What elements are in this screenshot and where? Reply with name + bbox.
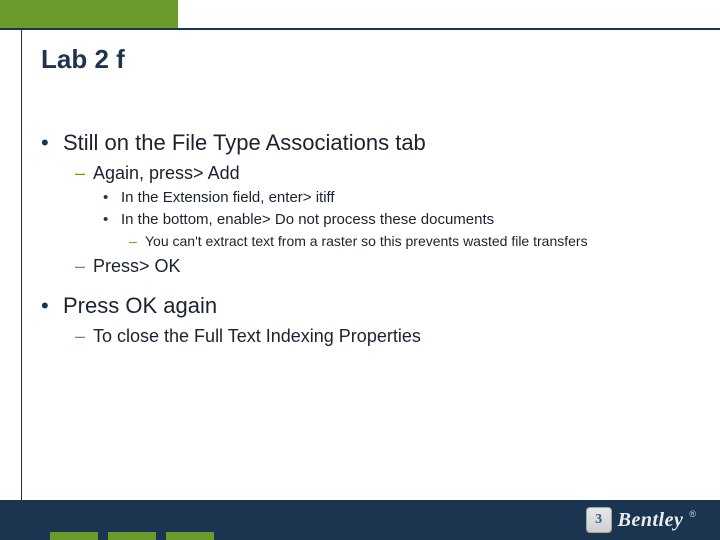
header-accent <box>0 0 178 28</box>
trademark-icon: ® <box>689 509 696 519</box>
footer-accent <box>108 532 156 540</box>
dash-icon: – <box>75 255 93 277</box>
bullet-text: To close the Full Text Indexing Properti… <box>93 325 421 347</box>
bullet-text: Again, press> Add <box>93 162 240 184</box>
slide-title: Lab 2 f <box>41 44 125 75</box>
logo-badge-icon: 3 <box>586 507 612 533</box>
logo-text: Bentley <box>618 509 684 532</box>
bullet-text: You can't extract text from a raster so … <box>145 232 588 251</box>
bullet-text: Press> OK <box>93 255 181 277</box>
brand-logo: 3 Bentley ® <box>586 507 696 533</box>
footer-bar: 3 Bentley ® <box>0 500 720 540</box>
footer-accent <box>50 532 98 540</box>
bullet-icon: • <box>41 293 63 319</box>
bullet-icon: • <box>103 188 121 208</box>
dash-icon: – <box>75 162 93 184</box>
dash-icon: – <box>129 232 145 251</box>
slide: Lab 2 f • Still on the File Type Associa… <box>0 0 720 540</box>
bullet-text: Press OK again <box>63 293 217 319</box>
bullet-text: In the Extension field, enter> itiff <box>121 188 335 208</box>
bullet-icon: • <box>41 130 63 156</box>
bullet-icon: • <box>103 210 121 230</box>
bullet-text: Still on the File Type Associations tab <box>63 130 426 156</box>
footer-accent <box>166 532 214 540</box>
header-rule <box>0 28 720 30</box>
slide-content: • Still on the File Type Associations ta… <box>41 130 690 363</box>
left-rule <box>21 30 22 500</box>
dash-icon: – <box>75 325 93 347</box>
bullet-text: In the bottom, enable> Do not process th… <box>121 210 494 230</box>
